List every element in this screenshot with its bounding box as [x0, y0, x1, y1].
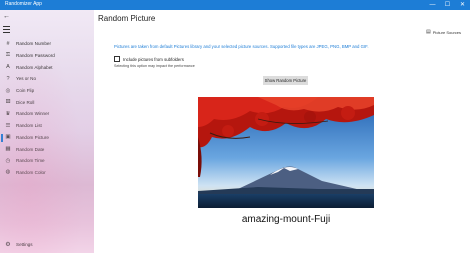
sidebar-item-label: Dice Roll [16, 99, 35, 105]
sidebar-item-label: Random Color [16, 169, 46, 175]
trophy-icon: ♛ [5, 110, 11, 117]
hash-icon: # [6, 40, 10, 47]
sidebar-item-label: Yes or No [16, 76, 37, 82]
yes-no-icon: ? [6, 75, 10, 82]
picture-sources-icon: ▤ [426, 29, 431, 35]
key-icon: ⚿ [5, 52, 11, 59]
sidebar-item-label: Random Time [16, 158, 45, 164]
hamburger-menu-icon[interactable] [3, 26, 15, 34]
sidebar-item-dice-roll[interactable]: ⚄ Dice Roll [0, 96, 94, 108]
alphabet-icon: A [6, 64, 10, 71]
sidebar-item-label: Settings [16, 241, 33, 247]
random-picture [198, 97, 374, 208]
main-content: Random Picture ▤ Picture Sources Picture… [94, 10, 470, 253]
maximize-button[interactable]: ☐ [440, 0, 455, 10]
back-arrow-icon[interactable]: ← [3, 13, 10, 20]
sidebar-item-random-number[interactable]: # Random Number [0, 38, 94, 50]
picture-sources-button[interactable]: ▤ Picture Sources [426, 29, 461, 35]
minimize-button[interactable]: — [425, 0, 440, 10]
sidebar-item-label: Coin Flip [16, 88, 35, 94]
page-title: Random Picture [98, 14, 156, 23]
window-controls: — ☐ ✕ [425, 0, 470, 10]
sidebar-item-random-date[interactable]: ▦ Random Date [0, 143, 94, 155]
picture-caption: amazing-mount-Fuji [241, 214, 331, 225]
app-title: Randomizer App [5, 1, 42, 7]
sidebar-item-coin-flip[interactable]: ◎ Coin Flip [0, 85, 94, 97]
sidebar-item-label: Random Winner [16, 111, 50, 117]
include-subfolders-label[interactable]: Include pictures from subfolders [123, 57, 184, 62]
info-text: Pictures are taken from default Pictures… [114, 44, 369, 49]
gear-icon: ⚙ [5, 241, 11, 248]
sidebar-item-yes-or-no[interactable]: ? Yes or No [0, 73, 94, 85]
sidebar-item-random-picture[interactable]: ▣ Random Picture [0, 132, 94, 144]
sidebar: ← # Random Number ⚿ Random Password A Random … [0, 10, 94, 253]
close-button[interactable]: ✕ [455, 0, 470, 10]
sidebar-item-label: Random Password [16, 53, 55, 59]
show-random-picture-button[interactable]: Show Random Picture [263, 76, 308, 85]
sidebar-item-label: Random Number [16, 41, 51, 47]
sidebar-item-label: Random Picture [16, 134, 49, 140]
sidebar-item-random-alphabet[interactable]: A Random Alphabet [0, 61, 94, 73]
performance-hint: Selecting this option may impact the per… [114, 64, 195, 68]
coin-icon: ◎ [5, 87, 11, 94]
title-bar: Randomizer App — ☐ ✕ [0, 0, 470, 10]
picture-icon: ▣ [5, 134, 11, 141]
sidebar-item-settings[interactable]: ⚙ Settings [0, 239, 94, 249]
include-subfolders-checkbox[interactable] [114, 56, 120, 62]
sidebar-item-label: Random Alphabet [16, 64, 53, 70]
sidebar-item-label: Random List [16, 123, 42, 129]
nav-list: # Random Number ⚿ Random Password A Random Al… [0, 38, 94, 178]
sidebar-item-random-time[interactable]: ◷ Random Time [0, 155, 94, 167]
sidebar-item-random-list[interactable]: ☰ Random List [0, 120, 94, 132]
clock-icon: ◷ [5, 157, 11, 164]
picture-sources-label: Picture Sources [432, 29, 461, 35]
include-subfolders-row: Include pictures from subfolders [114, 56, 184, 62]
sidebar-item-random-color[interactable]: ◍ Random Color [0, 167, 94, 179]
dice-icon: ⚄ [5, 99, 11, 106]
list-icon: ☰ [5, 122, 11, 129]
sidebar-item-label: Random Date [16, 146, 45, 152]
calendar-icon: ▦ [5, 146, 11, 153]
sidebar-item-random-winner[interactable]: ♛ Random Winner [0, 108, 94, 120]
sidebar-item-random-password[interactable]: ⚿ Random Password [0, 50, 94, 62]
palette-icon: ◍ [5, 169, 11, 176]
